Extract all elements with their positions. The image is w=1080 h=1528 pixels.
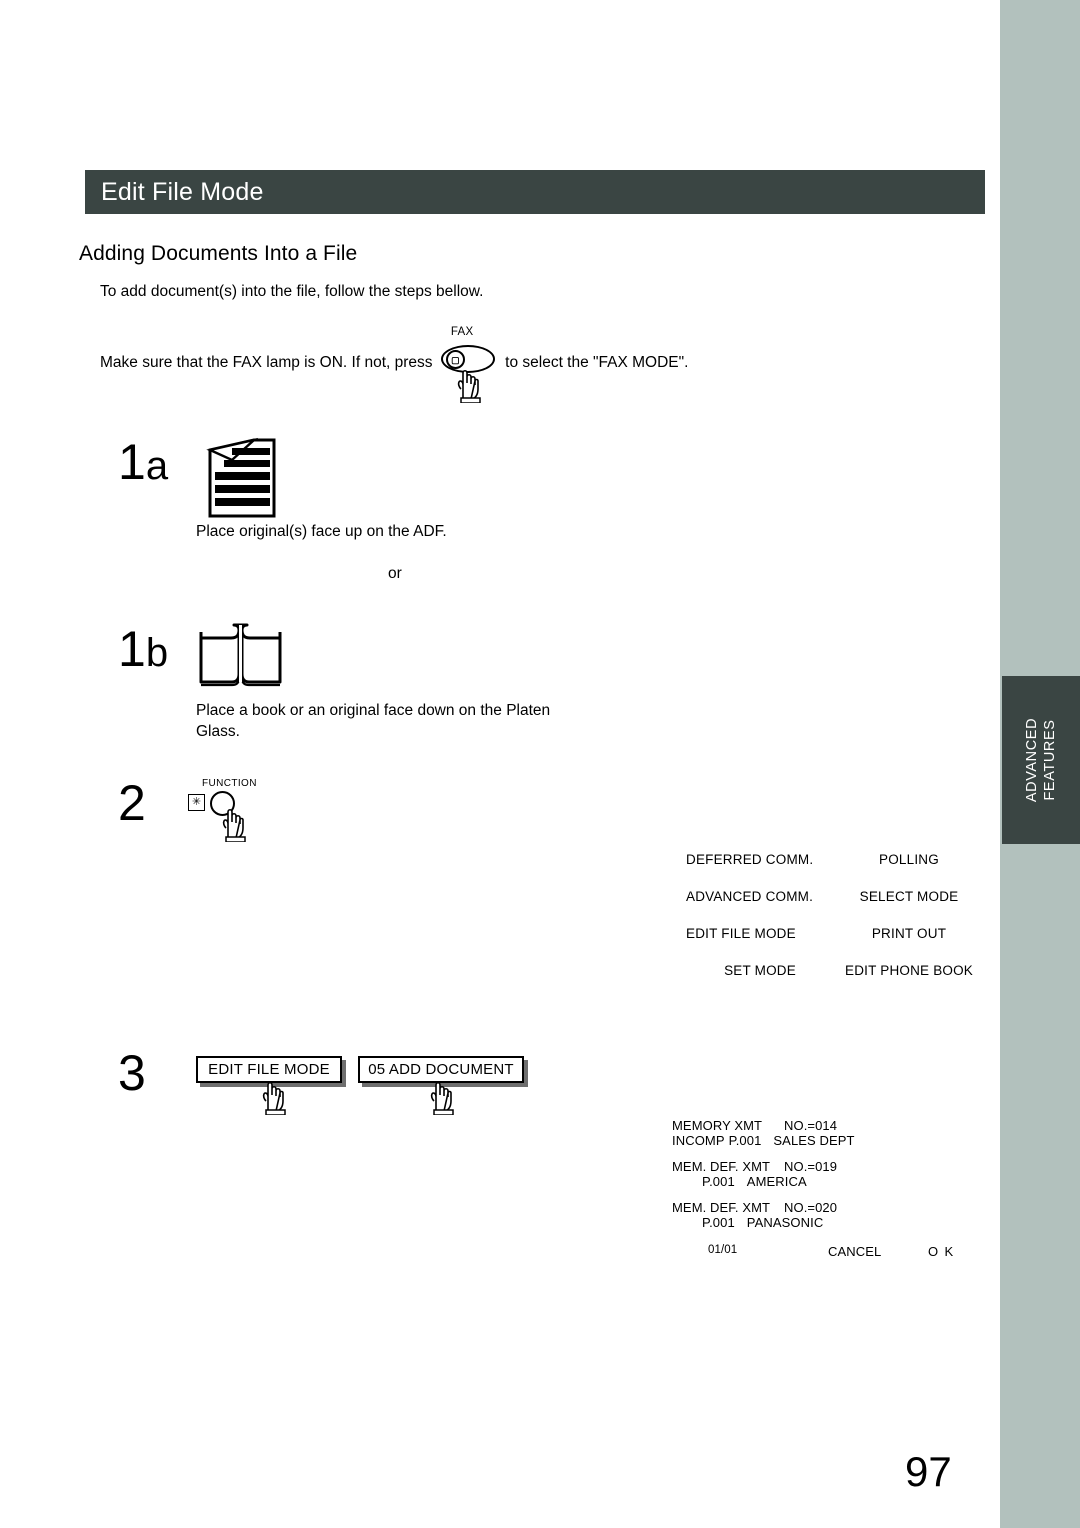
- step-1a-caption: Place original(s) face up on the ADF.: [196, 523, 447, 540]
- step-number-3: 3: [118, 1045, 146, 1101]
- lcd-menu-item-select-mode[interactable]: SELECT MODE: [834, 889, 984, 904]
- side-tab-label: ADVANCED FEATURES: [1023, 718, 1059, 802]
- lcd-entry-status: INCOMP: [672, 1133, 725, 1148]
- fax-mode-instruction: Make sure that the FAX lamp is ON. If no…: [100, 326, 689, 403]
- lcd-menu-row: ADVANCED COMM. SELECT MODE: [686, 889, 986, 904]
- pointing-hand-icon: [218, 804, 252, 842]
- fax-instruction-prefix: Make sure that the FAX lamp is ON. If no…: [100, 354, 433, 372]
- or-separator-text: or: [388, 565, 402, 582]
- lcd-menu-row: DEFERRED COMM. POLLING: [686, 852, 986, 867]
- fax-machine-icon: ▢: [451, 354, 460, 365]
- page-title: Edit File Mode: [101, 177, 264, 206]
- step-number-2: 2: [118, 775, 146, 831]
- side-tab-advanced-features: ADVANCED FEATURES: [1002, 676, 1080, 844]
- fax-key-label: FAX: [450, 326, 474, 338]
- step-1b-letter: b: [145, 631, 169, 675]
- document-page: ADVANCED FEATURES Edit File Mode Adding …: [0, 0, 1080, 1528]
- section-title: Adding Documents Into a File: [79, 242, 358, 265]
- lcd-menu-item-advanced-comm[interactable]: ADVANCED COMM.: [686, 889, 834, 904]
- lcd-entry-page: P.001: [728, 1133, 762, 1148]
- lcd-cancel-softkey[interactable]: CANCEL: [828, 1244, 928, 1259]
- step-1a-digit: 1: [118, 434, 146, 490]
- lcd-file-entry[interactable]: MEM. DEF. XMT NO.=019 P.001 AMERICA: [672, 1159, 982, 1189]
- lcd-softkey-row: 01/01 CANCEL O K: [672, 1244, 982, 1259]
- lcd-menu-item-polling[interactable]: POLLING: [834, 852, 984, 867]
- lcd-function-menu: DEFERRED COMM. POLLING ADVANCED COMM. SE…: [686, 852, 986, 1000]
- lcd-page-indicator: 01/01: [708, 1244, 738, 1256]
- step-1b-caption-line2: Glass.: [196, 723, 240, 740]
- lcd-menu-item-edit-file-mode[interactable]: EDIT FILE MODE: [686, 926, 834, 941]
- function-key-graphic: FUNCTION ✳: [188, 778, 298, 848]
- section-intro-text: To add document(s) into the file, follow…: [100, 283, 484, 300]
- lcd-file-list: MEMORY XMT NO.=014 INCOMP P.001 SALES DE…: [672, 1118, 982, 1259]
- pointing-hand-icon: [258, 1077, 292, 1115]
- lcd-entry-number: NO.=019: [784, 1159, 838, 1174]
- lcd-entry-type: MEMORY XMT: [672, 1118, 763, 1133]
- side-tab-label-line2: FEATURES: [1042, 719, 1059, 801]
- page-number: 97: [905, 1448, 952, 1495]
- document-adf-icon: [196, 436, 284, 520]
- open-book-platen-icon: [198, 622, 290, 694]
- lcd-entry-page: P.001: [702, 1215, 735, 1230]
- lcd-entry-page: P.001: [702, 1174, 735, 1189]
- lcd-entry-number: NO.=014: [784, 1118, 838, 1133]
- lcd-menu-item-set-mode[interactable]: SET MODE: [686, 963, 834, 978]
- page-header-banner: Edit File Mode: [85, 170, 985, 214]
- lcd-entry-name: AMERICA: [746, 1174, 807, 1189]
- lcd-entry-status: [672, 1174, 702, 1189]
- lcd-file-entry[interactable]: MEMORY XMT NO.=014 INCOMP P.001 SALES DE…: [672, 1118, 982, 1148]
- function-key-label: FUNCTION: [202, 778, 257, 789]
- step-1b-digit: 1: [118, 621, 146, 677]
- lcd-entry-type: MEM. DEF. XMT: [672, 1159, 771, 1174]
- side-tab-label-line1: ADVANCED: [1024, 717, 1041, 803]
- lcd-entry-status: [672, 1215, 702, 1230]
- step-number-1a: 1a: [118, 437, 168, 491]
- lcd-entry-number: NO.=020: [784, 1200, 838, 1215]
- lcd-entry-name: SALES DEPT: [773, 1133, 855, 1148]
- lcd-menu-row: SET MODE EDIT PHONE BOOK: [686, 963, 986, 978]
- step-1b-caption: Place a book or an original face down on…: [196, 700, 550, 742]
- lcd-menu-row: EDIT FILE MODE PRINT OUT: [686, 926, 986, 941]
- fax-key-graphic: FAX ▢: [437, 326, 501, 403]
- step-number-1b: 1b: [118, 624, 168, 678]
- asterisk-icon: ✳: [188, 794, 205, 811]
- lcd-menu-item-deferred-comm[interactable]: DEFERRED COMM.: [686, 852, 834, 867]
- fax-instruction-suffix: to select the "FAX MODE".: [505, 354, 689, 372]
- pointing-hand-icon: [426, 1077, 460, 1115]
- step-1b-caption-line1: Place a book or an original face down on…: [196, 702, 551, 719]
- pointing-hand-icon: [453, 365, 487, 403]
- step-1a-letter: a: [145, 444, 169, 488]
- lcd-entry-type: MEM. DEF. XMT: [672, 1200, 771, 1215]
- lcd-entry-name: PANASONIC: [746, 1215, 824, 1230]
- lcd-ok-softkey[interactable]: O K: [928, 1244, 955, 1259]
- lcd-menu-item-edit-phone-book[interactable]: EDIT PHONE BOOK: [834, 963, 984, 978]
- lcd-menu-item-print-out[interactable]: PRINT OUT: [834, 926, 984, 941]
- lcd-file-entry[interactable]: MEM. DEF. XMT NO.=020 P.001 PANASONIC: [672, 1200, 982, 1230]
